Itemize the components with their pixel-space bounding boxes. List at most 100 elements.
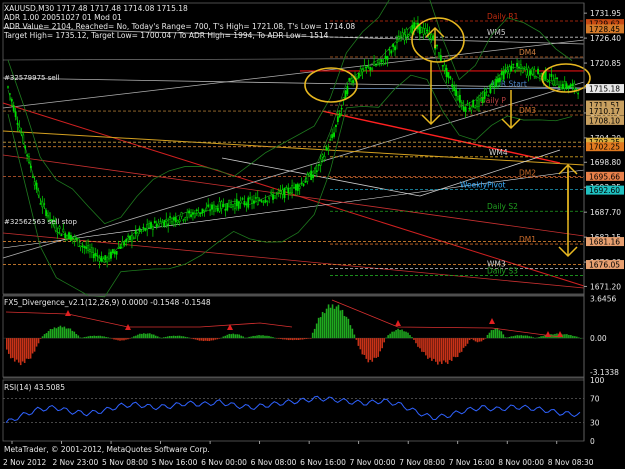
candle-body [451, 84, 454, 88]
divergence-bar [234, 334, 237, 339]
divergence-bar [230, 334, 233, 339]
candle-body [350, 78, 353, 82]
divergence-bar [220, 337, 223, 339]
candle-body [81, 245, 84, 248]
divergence-bar [93, 335, 95, 339]
candle-body [216, 207, 219, 212]
divergence-bar [568, 334, 570, 339]
divergence-bar [299, 338, 302, 340]
divergence-bar [115, 338, 117, 340]
candle-body [487, 95, 490, 97]
divergence-bar [309, 338, 312, 339]
candle-body [348, 78, 351, 81]
candle-body [319, 158, 322, 166]
candle-body [176, 220, 179, 223]
divergence-bar [415, 338, 417, 344]
divergence-bar [438, 338, 441, 362]
order-label-sell-stop[interactable]: #32562563 sell stop [4, 218, 77, 226]
divergence-bar [162, 337, 165, 339]
candle-body [98, 257, 101, 262]
candle-body [512, 63, 515, 66]
candle-body [447, 72, 450, 78]
divergence-bar [417, 338, 419, 347]
candle-body [466, 104, 469, 106]
candle-body [510, 65, 513, 72]
time-tick-label: 7 Nov 08:00 [399, 458, 445, 467]
divergence-bar [506, 337, 509, 339]
candle-body [357, 72, 360, 79]
divergence-bar [468, 338, 471, 341]
candle-body [399, 38, 402, 42]
level-tag: DM2 [519, 169, 536, 178]
candle-body [310, 170, 313, 180]
candle-body [476, 99, 478, 108]
divergence-bar [125, 338, 127, 340]
divergence-bar [482, 338, 485, 340]
candle-body [47, 214, 49, 218]
divergence-bar [305, 338, 308, 339]
divergence-bar [79, 337, 82, 339]
candle-body [102, 258, 105, 263]
candle-body [298, 186, 301, 189]
divergence-bar [107, 337, 109, 339]
divergence-bar [369, 338, 372, 360]
divergence-bar [180, 336, 183, 339]
candle-body [293, 187, 295, 189]
metatrader-chart[interactable]: Daily R1WM5DM4ADR StartDaily PDM3WM4DM2W… [0, 0, 625, 469]
divergence-bar [272, 337, 274, 339]
divergence-bar [480, 338, 483, 342]
divergence-bar [510, 336, 513, 339]
divergence-bar [452, 338, 455, 357]
candle-body [268, 196, 271, 200]
candle-body [237, 201, 240, 209]
candle-body [100, 256, 103, 262]
price-tick-label: 1731.95 [590, 9, 621, 18]
divergence-bar [542, 336, 544, 339]
candle-body [123, 242, 126, 246]
candle-body [563, 80, 566, 89]
divergence-bar [280, 338, 282, 340]
divergence-bar [141, 333, 143, 339]
candle-body [508, 66, 511, 75]
divergence-bar [121, 338, 123, 341]
candle-body [495, 79, 498, 87]
candle-body [506, 69, 509, 73]
divergence-bar [522, 335, 525, 339]
candle-body [75, 238, 78, 240]
divergence-bar [301, 338, 304, 340]
candle-body [462, 106, 465, 111]
divergence-bar [127, 338, 129, 340]
divergence-bar [488, 332, 491, 339]
candle-body [554, 78, 557, 86]
divergence-bar [476, 338, 479, 343]
divergence-bar [442, 338, 445, 361]
divergence-bar [355, 338, 358, 340]
divergence-bar [95, 335, 97, 339]
divergence-bar [307, 338, 310, 339]
candle-body [12, 105, 15, 112]
divergence-bar [520, 335, 523, 339]
candle-body [533, 68, 536, 77]
candle-body [376, 62, 379, 65]
candle-body [489, 84, 492, 93]
candle-body [411, 24, 414, 34]
divergence-bar [292, 338, 294, 341]
divergence-bar [81, 337, 84, 339]
divergence-title: FX5_Divergence_v2.1(12,26,9) 0.0000 -0.1… [4, 298, 211, 307]
divergence-bar [147, 333, 149, 339]
divergence-bar [512, 336, 515, 339]
candle-body [169, 216, 171, 218]
divergence-bar [13, 338, 16, 362]
divergence-bar [248, 336, 250, 339]
divergence-bar [6, 338, 8, 350]
candle-body [235, 199, 238, 207]
divergence-bar [357, 338, 360, 346]
divergence-bar [484, 338, 487, 339]
divergence-bar [35, 338, 38, 347]
divergence-bar [196, 338, 199, 341]
candle-body [363, 65, 366, 71]
candle-body [502, 71, 505, 80]
divergence-bar [317, 317, 320, 339]
divergence-bar [129, 338, 131, 339]
order-label-sell[interactable]: #32579975 sell [4, 74, 60, 82]
